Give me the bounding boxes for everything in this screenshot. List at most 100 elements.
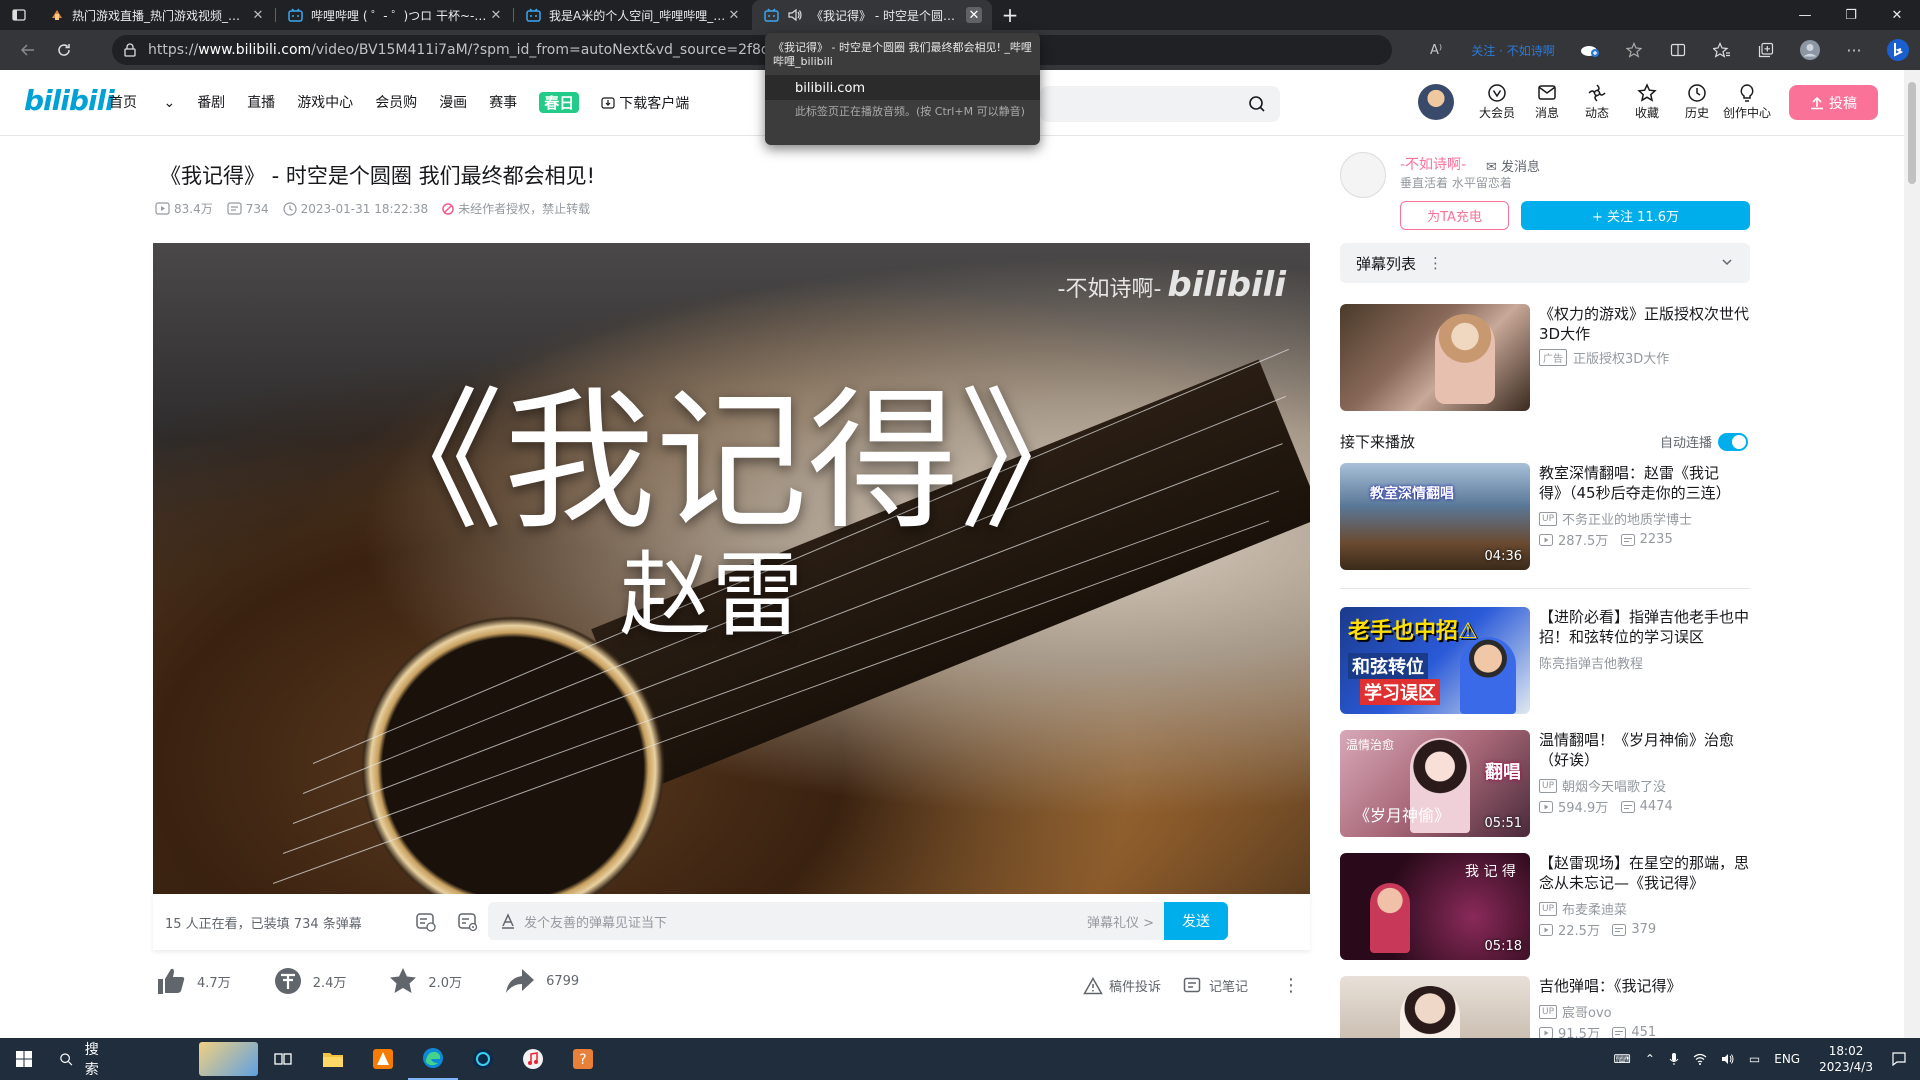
follow-extension[interactable]: 关注 · 不如诗啊 bbox=[1458, 30, 1568, 70]
like-button[interactable]: 4.7万 bbox=[155, 966, 231, 996]
close-tab-icon[interactable]: ✕ bbox=[726, 7, 742, 23]
nav-esports[interactable]: 赛事 bbox=[489, 92, 517, 113]
video-card-title[interactable]: 温情翻唱！《岁月神偷》治愈（好诶） bbox=[1539, 730, 1749, 770]
video-thumbnail[interactable]: 老手也中招⚠ 和弦转位 学习误区 bbox=[1340, 607, 1530, 714]
language-indicator[interactable]: ENG bbox=[1767, 1052, 1807, 1066]
send-message-link[interactable]: ✉ 发消息 bbox=[1486, 156, 1540, 175]
autoplay-toggle[interactable]: 自动连播 bbox=[1660, 432, 1749, 451]
page-scrollbar[interactable] bbox=[1904, 70, 1920, 1038]
video-card-uploader[interactable]: UP 不务正业的地质学博士 bbox=[1539, 509, 1692, 528]
video-thumbnail[interactable]: 教室深情翻唱 04:36 bbox=[1340, 463, 1530, 570]
volume-icon[interactable] bbox=[1714, 1053, 1742, 1065]
tab-current-video[interactable]: 《我记得》 - 时空是个圆圈 我们最终都会相见! ✕ bbox=[752, 0, 992, 30]
user-avatar[interactable] bbox=[1418, 84, 1454, 120]
minimize-icon[interactable]: — bbox=[1782, 0, 1828, 30]
danmaku-input[interactable]: 发个友善的弹幕见证当下 弹幕礼仪 > 发送 bbox=[488, 902, 1228, 940]
music-app-icon[interactable] bbox=[508, 1038, 558, 1080]
video-card-title[interactable]: 教室深情翻唱：赵雷《我记得》（45秒后夺走你的三连） bbox=[1539, 463, 1749, 503]
refresh-icon[interactable] bbox=[46, 34, 82, 66]
microphone-icon[interactable] bbox=[1662, 1052, 1686, 1066]
toggle-switch[interactable] bbox=[1718, 432, 1749, 451]
header-message[interactable]: 消息 bbox=[1522, 82, 1572, 121]
close-tab-icon[interactable]: ✕ bbox=[250, 7, 266, 23]
video-card-uploader[interactable]: UP 宸哥ovo bbox=[1539, 1002, 1612, 1021]
header-dynamic[interactable]: 动态 bbox=[1572, 82, 1622, 121]
edge-browser-icon[interactable] bbox=[408, 1038, 458, 1080]
ad-title[interactable]: 《权力的游戏》正版授权次世代3D大作 bbox=[1539, 304, 1749, 344]
upload-button[interactable]: 投稿 bbox=[1789, 85, 1878, 120]
collections-add-icon[interactable] bbox=[1568, 30, 1612, 70]
video-card-uploader[interactable]: UP 朝烟今天唱歌了没 bbox=[1539, 776, 1666, 795]
task-view-icon[interactable] bbox=[258, 1038, 308, 1080]
wifi-icon[interactable] bbox=[1686, 1053, 1714, 1065]
file-explorer-icon[interactable] bbox=[308, 1038, 358, 1080]
tab-bilibili-home[interactable]: 哔哩哔哩 ( ゜- ゜)つロ 干杯~-bilibili ✕ bbox=[276, 0, 514, 30]
read-aloud-icon[interactable]: A⁾ bbox=[1414, 30, 1458, 70]
tab-game-live[interactable]: 热门游戏直播_热门游戏视频_热门 ✕ bbox=[38, 0, 276, 30]
keyboard-icon[interactable]: ⌨ bbox=[1607, 1052, 1638, 1066]
clock[interactable]: 18:02 2023/4/3 bbox=[1807, 1043, 1885, 1075]
restore-icon[interactable]: ❐ bbox=[1828, 0, 1874, 30]
header-vip[interactable]: 大会员 bbox=[1472, 82, 1522, 121]
chevron-up-icon[interactable]: ⌃ bbox=[1638, 1052, 1662, 1066]
more-options-icon[interactable]: ⋮ bbox=[1428, 254, 1443, 272]
favorites-icon[interactable] bbox=[1700, 30, 1744, 70]
video-player[interactable]: -不如诗啊-bilibili 《我记得》 赵雷 bbox=[153, 243, 1310, 894]
close-tab-icon[interactable]: ✕ bbox=[488, 7, 504, 23]
video-card-title[interactable]: 【赵雷现场】在星空的那端，思念从未忘记—《我记得》 bbox=[1539, 853, 1749, 893]
taskbar-search[interactable]: 搜索 bbox=[48, 1038, 258, 1080]
charge-button[interactable]: 为TA充电 bbox=[1400, 201, 1509, 230]
tab-actions-icon[interactable] bbox=[0, 0, 38, 30]
nav-download-client[interactable]: 下载客户端 bbox=[601, 92, 711, 113]
video-card-title[interactable]: 吉他弹唱：《我记得》 bbox=[1539, 976, 1749, 996]
more-options-icon[interactable]: ⋮ bbox=[1282, 975, 1300, 996]
nav-game-center[interactable]: 游戏中心 bbox=[297, 92, 353, 113]
header-favorite[interactable]: 收藏 bbox=[1622, 82, 1672, 121]
header-history[interactable]: 历史 bbox=[1672, 82, 1722, 121]
bing-copilot-icon[interactable] bbox=[1876, 30, 1920, 70]
app-orange-icon[interactable] bbox=[358, 1038, 408, 1080]
address-bar[interactable]: https://www.bilibili.com/video/BV15M411i… bbox=[112, 35, 1392, 65]
send-danmaku-button[interactable]: 发送 bbox=[1164, 902, 1228, 940]
related-card[interactable]: 翻唱 温情治愈 《岁月神偷》 05:51 温情翻唱！《岁月神偷》治愈（好诶） U… bbox=[1340, 730, 1750, 838]
app-help-icon[interactable]: ? bbox=[558, 1038, 608, 1080]
text-style-icon[interactable] bbox=[500, 913, 516, 929]
close-tab-icon[interactable]: ✕ bbox=[966, 7, 982, 23]
bilibili-logo[interactable]: bilibili bbox=[24, 84, 115, 117]
danmaku-toggle-icon[interactable] bbox=[405, 912, 447, 932]
ad-card[interactable]: 《权力的游戏》正版授权次世代3D大作 广告 正版授权3D大作 bbox=[1340, 304, 1750, 412]
video-thumbnail[interactable] bbox=[1340, 976, 1530, 1038]
nav-bangumi[interactable]: 番剧 bbox=[197, 92, 225, 113]
notification-icon[interactable] bbox=[1885, 1052, 1920, 1066]
video-thumbnail[interactable]: 翻唱 温情治愈 《岁月神偷》 05:51 bbox=[1340, 730, 1530, 837]
favorite-star-icon[interactable] bbox=[1612, 30, 1656, 70]
video-card-uploader[interactable]: 陈亮指弹吉他教程 bbox=[1539, 653, 1643, 672]
danmaku-list-header[interactable]: 弹幕列表 ⋮ bbox=[1340, 243, 1750, 283]
more-menu-icon[interactable]: ··· bbox=[1832, 30, 1876, 70]
report-button[interactable]: 稿件投诉 bbox=[1083, 976, 1161, 995]
chevron-down-icon[interactable] bbox=[1720, 255, 1734, 269]
close-window-icon[interactable]: ✕ bbox=[1874, 0, 1920, 30]
app-circle-icon[interactable] bbox=[458, 1038, 508, 1080]
search-icon[interactable] bbox=[1248, 95, 1266, 113]
note-button[interactable]: 记笔记 bbox=[1183, 976, 1248, 995]
related-card[interactable]: 吉他弹唱：《我记得》 UP 宸哥ovo 91.5万 451 bbox=[1340, 976, 1750, 1038]
back-icon[interactable] bbox=[10, 34, 46, 66]
nav-manga[interactable]: 漫画 bbox=[439, 92, 467, 113]
lock-icon[interactable] bbox=[124, 43, 136, 57]
video-card-title[interactable]: 【进阶必看】指弹吉他老手也中招！和弦转位的学习误区 bbox=[1539, 607, 1749, 647]
related-card[interactable]: 老手也中招⚠ 和弦转位 学习误区 【进阶必看】指弹吉他老手也中招！和弦转位的学习… bbox=[1340, 607, 1750, 715]
related-card[interactable]: 教室深情翻唱 04:36 教室深情翻唱：赵雷《我记得》（45秒后夺走你的三连） … bbox=[1340, 463, 1750, 571]
tab-user-space[interactable]: 我是A米的个人空间_哔哩哔哩_bilibili ✕ bbox=[514, 0, 752, 30]
input-method-icon[interactable]: ▭ bbox=[1742, 1052, 1767, 1066]
nav-live[interactable]: 直播 bbox=[247, 92, 275, 113]
collections-icon[interactable] bbox=[1744, 30, 1788, 70]
start-button[interactable] bbox=[0, 1038, 48, 1080]
uploader-name[interactable]: -不如诗啊- bbox=[1400, 154, 1466, 174]
video-thumbnail[interactable]: 我 记 得 05:18 bbox=[1340, 853, 1530, 960]
follow-button[interactable]: + 关注 11.6万 bbox=[1521, 201, 1750, 230]
header-creator[interactable]: 创作中心 bbox=[1722, 82, 1772, 121]
new-tab-icon[interactable]: + bbox=[992, 0, 1028, 30]
share-button[interactable]: 6799 bbox=[504, 966, 579, 996]
related-card[interactable]: 我 记 得 05:18 【赵雷现场】在星空的那端，思念从未忘记—《我记得》 UP… bbox=[1340, 853, 1750, 961]
